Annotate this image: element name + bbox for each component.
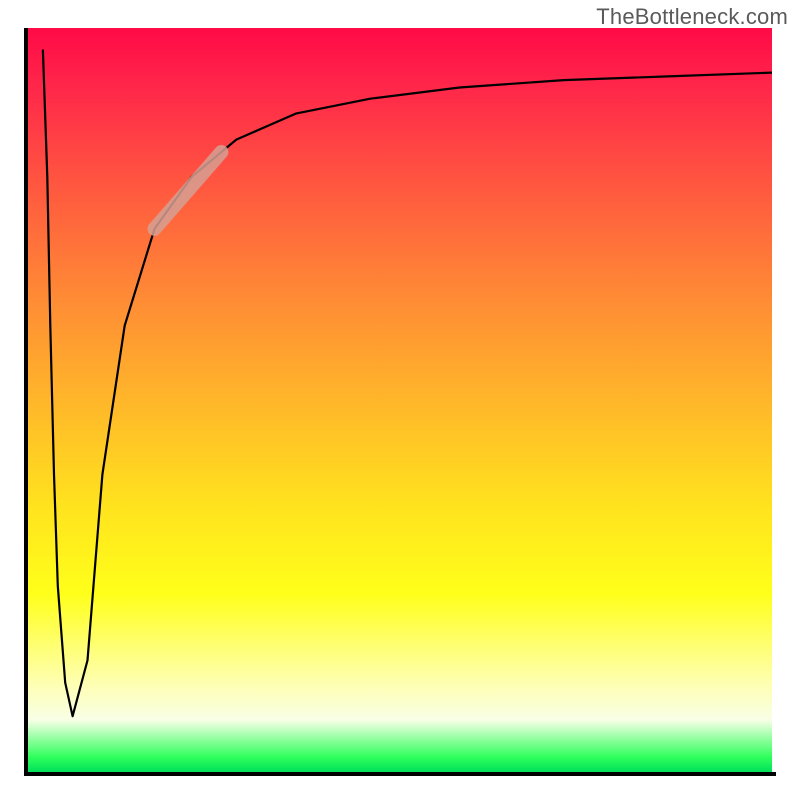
watermark-text: TheBottleneck.com [596,4,788,30]
x-axis [24,772,776,776]
bottleneck-curve [43,50,772,716]
chart-svg [28,28,772,772]
curve-highlight-marker [155,152,222,229]
